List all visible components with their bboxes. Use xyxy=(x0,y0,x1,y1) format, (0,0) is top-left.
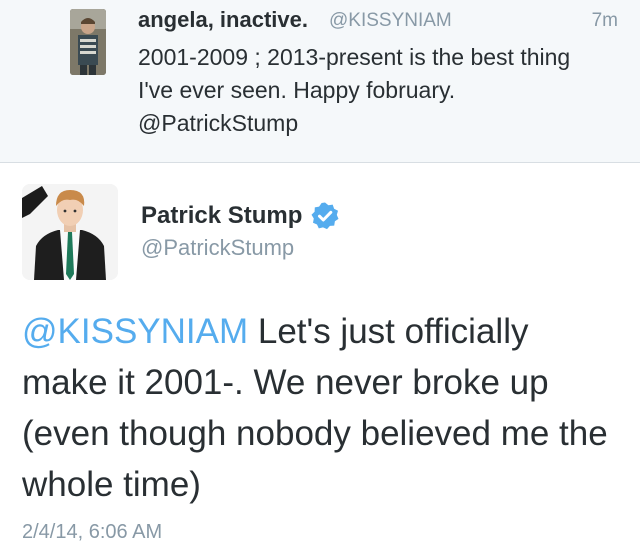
reply-mention-link[interactable]: @PatrickStump xyxy=(138,110,298,136)
author-avatar-photo xyxy=(22,184,118,280)
verified-badge-icon xyxy=(310,201,340,231)
reply-tweet[interactable]: angela, inactive. @KISSYNIAM 7m 2001-200… xyxy=(0,0,640,163)
author-name-row[interactable]: Patrick Stump xyxy=(141,201,340,231)
author-handle[interactable]: @PatrickStump xyxy=(141,235,294,261)
reply-display-name[interactable]: angela, inactive. xyxy=(138,7,308,33)
tweet-timestamp[interactable]: 2/4/14, 6:06 AM xyxy=(22,521,162,544)
reply-tweet-text: 2001-2009 ; 2013-present is the best thi… xyxy=(138,41,608,140)
avatar-photo xyxy=(70,9,106,75)
author-avatar[interactable] xyxy=(22,184,118,280)
author-display-name[interactable]: Patrick Stump xyxy=(141,202,302,230)
tweet-text: @KISSYNIAM Let's just officially make it… xyxy=(22,306,622,510)
avatar[interactable] xyxy=(70,9,106,75)
reply-timestamp: 7m xyxy=(591,10,618,31)
tweet-mention-link[interactable]: @KISSYNIAM xyxy=(22,312,248,351)
reply-tweet-body: 2001-2009 ; 2013-present is the best thi… xyxy=(138,44,571,103)
reply-handle[interactable]: @KISSYNIAM xyxy=(329,10,452,32)
